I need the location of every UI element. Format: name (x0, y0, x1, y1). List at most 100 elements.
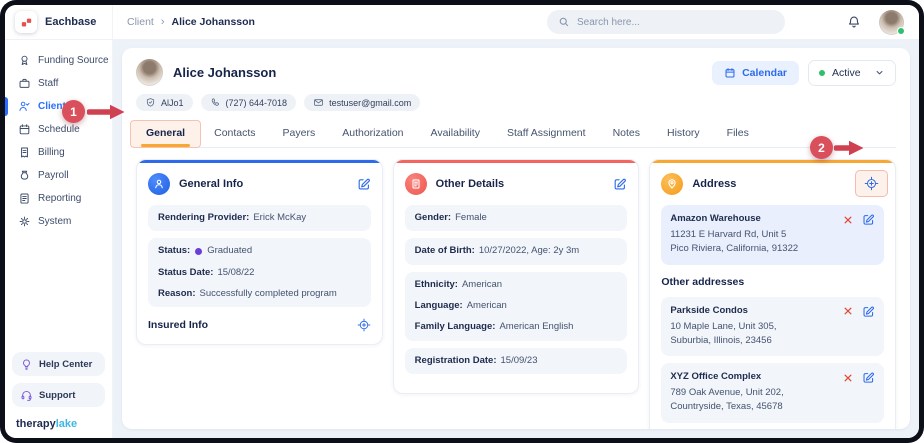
breadcrumb-client-link[interactable]: Client (127, 16, 154, 28)
plus-circle-icon (357, 318, 371, 332)
client-panel: Alice Johansson Calendar Active (122, 48, 910, 429)
address-line2: Pico Riviera, California, 91322 (670, 242, 875, 256)
user-avatar[interactable] (879, 10, 904, 35)
client-phone-value: (727) 644-7018 (226, 98, 288, 108)
other-details-card: Other Details Gender:Female Date of Birt… (393, 159, 640, 394)
client-id-chip: AlJo1 (136, 94, 193, 111)
help-center-label: Help Center (39, 359, 92, 370)
address-line1: 789 Oak Avenue, Unit 202, (670, 386, 875, 400)
dob-field: Date of Birth:10/27/2022, Age: 2y 3m (405, 238, 628, 264)
plus-circle-icon (864, 176, 879, 191)
breadcrumb-current-page: Alice Johansson (172, 16, 255, 28)
client-status-value: Active (832, 67, 861, 79)
envelope-icon (313, 97, 324, 108)
global-search[interactable] (547, 10, 785, 34)
rendering-provider-field: Rendering Provider:Erick McKay (148, 205, 371, 231)
annotation-arrow-1 (87, 103, 126, 121)
sidebar-label: System (38, 216, 71, 227)
sidebar-item-reporting[interactable]: Reporting (5, 187, 112, 210)
delete-address-button[interactable] (843, 306, 853, 316)
registration-date-field: Registration Date:15/09/23 (405, 348, 628, 374)
client-id-value: AlJo1 (161, 98, 184, 108)
sidebar-label: Payroll (38, 170, 69, 181)
address-item: Parkside Condos 10 Maple Lane, Unit 305,… (661, 297, 884, 357)
person-icon (148, 173, 170, 195)
support-button[interactable]: Support (12, 383, 105, 407)
annotation-step-2-badge: 2 (810, 136, 833, 159)
edit-icon (862, 213, 875, 226)
search-input[interactable] (577, 17, 774, 28)
sidebar-item-staff[interactable]: Staff (5, 72, 112, 95)
other-details-title: Other Details (436, 178, 504, 190)
add-address-button[interactable] (864, 176, 879, 191)
topbar: Eachbase Client › Alice Johansson (5, 5, 919, 40)
breadcrumb-separator: › (161, 16, 165, 28)
address-line1: 10 Maple Lane, Unit 305, (670, 320, 875, 334)
edit-general-info-button[interactable] (357, 177, 371, 191)
delete-address-button[interactable] (843, 215, 853, 225)
tab-contacts[interactable]: Contacts (214, 121, 255, 147)
annotation-highlight-general-tab: General (130, 120, 201, 148)
sidebar-item-system[interactable]: System (5, 210, 112, 233)
sidebar-item-schedule[interactable]: Schedule (5, 118, 112, 141)
client-name: Alice Johansson (173, 65, 276, 80)
tab-notes[interactable]: Notes (613, 121, 640, 147)
eachbase-logo-icon (15, 11, 37, 33)
address-line2: Suburbia, Illinois, 23456 (670, 334, 875, 348)
add-insured-info-button[interactable] (357, 318, 371, 332)
address-title: Address (692, 178, 736, 190)
edit-address-button[interactable] (862, 305, 875, 318)
client-tabs: General Contacts Payers Authorization Av… (136, 121, 896, 148)
sidebar-label: Staff (38, 78, 58, 89)
x-icon (843, 373, 853, 383)
annotation-highlight-add-address (855, 170, 888, 197)
calendar-button-label: Calendar (742, 67, 787, 79)
sidebar-item-billing[interactable]: Billing (5, 141, 112, 164)
document-icon (405, 173, 427, 195)
primary-address-item: Amazon Warehouse 11231 E Harvard Rd, Uni… (661, 205, 884, 265)
headset-icon (20, 389, 33, 402)
brand-area[interactable]: Eachbase (5, 5, 113, 39)
annotation-step-1-badge: 1 (62, 100, 85, 123)
edit-icon (357, 177, 371, 191)
tab-payers[interactable]: Payers (283, 121, 316, 147)
address-line2: Countryside, Texas, 45678 (670, 400, 875, 414)
shield-check-icon (145, 97, 156, 108)
client-status-dropdown[interactable]: Active (808, 60, 896, 86)
calendar-button[interactable]: Calendar (712, 61, 799, 85)
edit-address-button[interactable] (862, 213, 875, 226)
brand-name: Eachbase (45, 16, 96, 28)
other-addresses-heading: Other addresses (661, 276, 884, 288)
main-content: Alice Johansson Calendar Active (113, 40, 919, 438)
tab-staff-assignment[interactable]: Staff Assignment (507, 121, 586, 147)
chevron-down-icon (874, 67, 885, 78)
sidebar-item-payroll[interactable]: Payroll (5, 164, 112, 187)
receipt-icon (18, 146, 31, 159)
tab-authorization[interactable]: Authorization (342, 121, 403, 147)
insured-info-label: Insured Info (148, 319, 208, 331)
client-phone-chip: (727) 644-7018 (201, 94, 297, 111)
delete-address-button[interactable] (843, 373, 853, 383)
edit-address-button[interactable] (862, 371, 875, 384)
general-info-card: General Info Rendering Provider:Erick Mc… (136, 159, 383, 345)
edit-other-details-button[interactable] (613, 177, 627, 191)
sidebar-item-funding-source[interactable]: Funding Source (5, 49, 112, 72)
client-email-chip: testuser@gmail.com (304, 94, 420, 111)
graduated-status-dot (195, 248, 202, 255)
notifications-bell-icon[interactable] (847, 15, 861, 29)
lightbulb-icon (20, 358, 33, 371)
tab-general[interactable]: General (146, 121, 185, 147)
support-label: Support (39, 390, 75, 401)
app-window: Eachbase Client › Alice Johansson (0, 0, 924, 443)
therapylake-logo: therapylake (12, 414, 105, 432)
phone-icon (210, 97, 221, 108)
tab-availability[interactable]: Availability (431, 121, 480, 147)
help-center-button[interactable]: Help Center (12, 352, 105, 376)
address-line1: 11231 E Harvard Rd, Unit 5 (670, 228, 875, 242)
tab-files[interactable]: Files (727, 121, 749, 147)
search-icon (558, 16, 570, 28)
language-group-field: Ethnicity:American Language:American Fam… (405, 272, 628, 341)
sidebar-label: Billing (38, 147, 65, 158)
x-icon (843, 215, 853, 225)
tab-history[interactable]: History (667, 121, 700, 147)
